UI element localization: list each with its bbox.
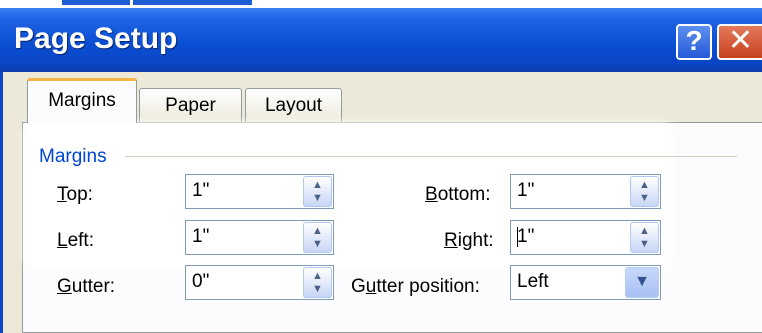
- top-margin-value[interactable]: 1": [192, 180, 209, 202]
- background-strip: [0, 0, 762, 8]
- left-label: Left:: [57, 230, 94, 251]
- chevron-down-icon[interactable]: ▼: [625, 267, 659, 298]
- background-fragment: [62, 0, 252, 5]
- tab-paper[interactable]: Paper: [139, 88, 242, 124]
- window-title: Page Setup: [14, 22, 178, 55]
- top-label: Top:: [57, 184, 93, 205]
- background-fragment: [130, 0, 133, 8]
- gutter-label: Gutter:: [57, 276, 116, 297]
- bottom-margin-value[interactable]: 1": [517, 180, 534, 202]
- right-margin-value[interactable]: 1": [517, 226, 534, 248]
- title-bar[interactable]: Page Setup ? ✕: [0, 8, 762, 72]
- gutter-stepper[interactable]: 0" ▲ ▼: [185, 265, 334, 300]
- right-margin-stepper[interactable]: 1" ▲ ▼: [510, 220, 661, 255]
- tab-margins[interactable]: Margins: [27, 78, 137, 123]
- right-label: Right:: [444, 230, 494, 251]
- left-margin-value[interactable]: 1": [192, 226, 209, 248]
- spin-arrows-icon[interactable]: ▲ ▼: [630, 222, 659, 253]
- gutter-position-label: Gutter position:: [351, 276, 480, 297]
- bottom-margin-stepper[interactable]: 1" ▲ ▼: [510, 174, 661, 209]
- top-margin-stepper[interactable]: 1" ▲ ▼: [185, 174, 334, 209]
- gutter-value[interactable]: 0": [192, 271, 209, 293]
- spin-arrows-icon[interactable]: ▲ ▼: [303, 176, 332, 207]
- spin-arrows-icon[interactable]: ▲ ▼: [630, 176, 659, 207]
- close-button[interactable]: ✕: [717, 24, 762, 60]
- spin-arrows-icon[interactable]: ▲ ▼: [303, 222, 332, 253]
- bottom-label: Bottom:: [425, 184, 491, 205]
- spin-arrows-icon[interactable]: ▲ ▼: [303, 267, 332, 298]
- gutter-position-value: Left: [517, 271, 549, 292]
- tab-layout[interactable]: Layout: [245, 88, 342, 124]
- left-margin-stepper[interactable]: 1" ▲ ▼: [185, 220, 334, 255]
- gutter-position-select[interactable]: Left ▼: [510, 265, 661, 300]
- help-button[interactable]: ?: [676, 24, 712, 60]
- margins-group-label: Margins: [39, 146, 107, 167]
- group-divider: [125, 156, 737, 157]
